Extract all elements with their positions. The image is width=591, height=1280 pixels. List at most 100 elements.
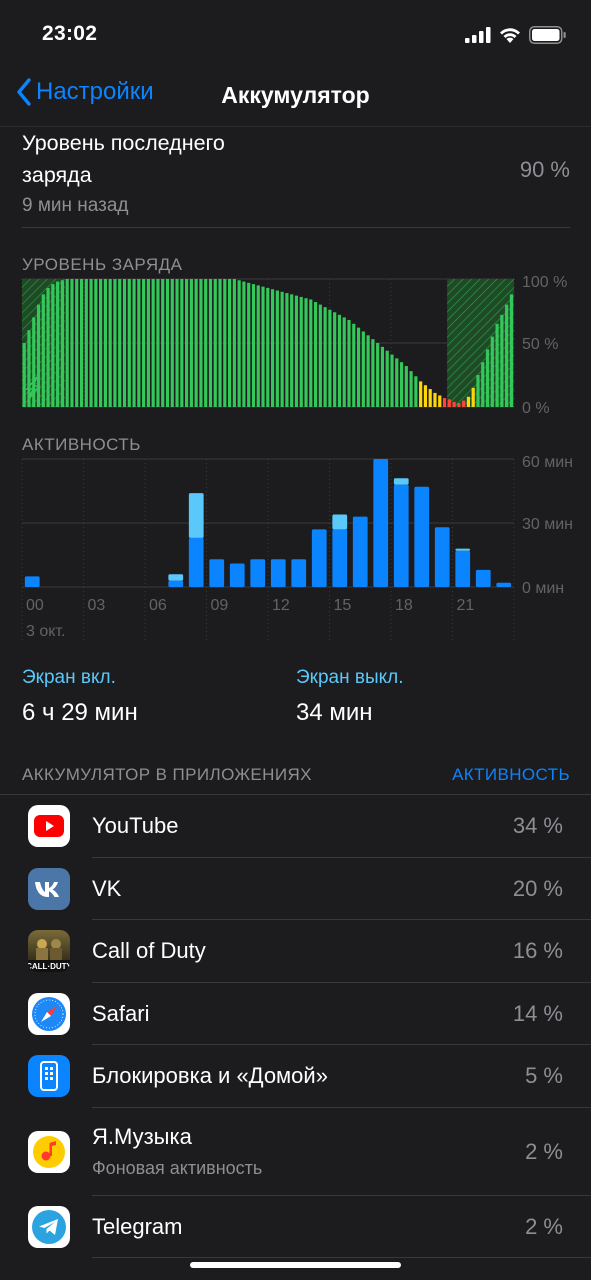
charge-bar	[75, 279, 79, 407]
call-of-duty-icon-text: CALL·DUTY	[28, 962, 70, 971]
app-row-vk[interactable]: VK 20 %	[0, 858, 591, 920]
screen-on-label: Экран вкл.	[22, 667, 116, 688]
activity-bar-screen-on	[229, 563, 245, 587]
row-divider	[92, 1257, 591, 1258]
charge-bar	[333, 312, 337, 407]
activity-bar-screen-off	[393, 478, 409, 485]
app-name: Safari	[92, 1000, 150, 1026]
charge-bar	[132, 279, 136, 407]
navigation-bar: Настройки Аккумулятор	[0, 70, 591, 127]
app-name: Call of Duty	[92, 938, 206, 963]
activity-bar-screen-on	[393, 484, 409, 587]
charge-bar	[500, 314, 504, 407]
activity-bar-screen-on	[250, 559, 266, 587]
activity-bar-screen-on	[24, 576, 40, 587]
activity-x-tick: 12	[272, 597, 290, 614]
charge-bar	[356, 327, 361, 407]
activity-bar-screen-off	[455, 548, 471, 551]
charge-bar	[366, 335, 370, 407]
activity-bar-screen-on	[168, 580, 184, 587]
charge-bar	[56, 281, 60, 407]
activity-bar-screen-on	[209, 559, 225, 587]
charge-bar	[476, 375, 480, 407]
charge-bar	[242, 281, 246, 407]
activity-y-tick: 0 мин	[522, 580, 564, 597]
activity-date-label: 3 окт.	[26, 623, 65, 640]
charge-bar	[137, 279, 141, 407]
charge-bar	[113, 279, 117, 407]
activity-x-tick: 03	[88, 597, 106, 614]
activity-bar-screen-off	[188, 493, 204, 538]
activity-bar-screen-on	[352, 516, 368, 587]
activity-bar-screen-on	[455, 550, 471, 587]
charge-bar	[342, 317, 346, 407]
charge-bar	[509, 294, 513, 407]
app-percent: 20 %	[512, 875, 563, 901]
charge-bar	[94, 279, 98, 407]
app-percent: 34 %	[512, 813, 563, 838]
app-row-youtube[interactable]: YouTube 34 %	[0, 795, 591, 858]
app-row-telegram[interactable]: Telegram 2 %	[0, 1196, 591, 1258]
charge-bar	[294, 295, 299, 407]
activity-bar-screen-on	[475, 569, 491, 587]
activity-x-tick: 00	[26, 597, 44, 614]
page-title: Аккумулятор	[221, 82, 370, 108]
signal-icon	[465, 27, 491, 43]
charge-bar	[275, 290, 279, 407]
app-percent: 16 %	[512, 938, 563, 963]
app-row-yandex-music[interactable]: Я.Музыка Фоновая активность 2 %	[0, 1108, 591, 1196]
charge-bar	[22, 343, 26, 407]
charge-bar	[170, 279, 174, 407]
charge-bar	[46, 287, 50, 407]
charge-bar	[323, 307, 327, 407]
show-activity-button[interactable]: АКТИВНОСТЬ	[452, 765, 570, 785]
battery-icon	[529, 26, 566, 44]
charge-bar	[285, 293, 289, 407]
charge-bar	[118, 279, 122, 407]
charge-bar	[223, 279, 227, 407]
app-name: Блокировка и «Домой»	[92, 1063, 328, 1088]
vk-icon	[28, 867, 70, 910]
charge-bar	[442, 398, 447, 407]
app-name: VK	[92, 875, 122, 901]
charge-bar	[428, 389, 432, 407]
charge-bar	[380, 346, 385, 407]
charge-bar	[60, 280, 64, 407]
charging-region	[447, 279, 514, 407]
charge-bar	[270, 289, 275, 407]
activity-x-tick: 09	[211, 597, 229, 614]
status-bar: 23:02	[0, 0, 591, 70]
charge-bar	[299, 296, 303, 407]
activity-chart[interactable]: 60 мин 30 мин 0 мин 00 03 06 09 12 15 18 21 3 окт.	[0, 455, 591, 645]
charge-bar	[185, 279, 189, 407]
charge-bar	[318, 304, 322, 407]
activity-bar-screen-on	[311, 529, 327, 587]
charge-bar	[457, 403, 461, 407]
charge-bar	[490, 336, 494, 407]
activity-x-tick: 06	[149, 597, 167, 614]
charge-bar	[65, 279, 69, 407]
charge-bar	[395, 358, 399, 407]
app-row-call-of-duty[interactable]: CALL·DUTY Call of Duty 16 %	[0, 920, 591, 983]
charge-bar	[438, 395, 442, 407]
activity-bar-screen-on	[373, 459, 389, 587]
charge-bar	[495, 323, 499, 407]
charge-level-chart[interactable]: 100 % 50 % 0 %	[0, 275, 591, 415]
screen-off-stat: Экран выкл. 34 мин	[296, 667, 404, 727]
app-row-safari[interactable]: Safari 14 %	[0, 983, 591, 1045]
home-indicator[interactable]	[190, 1262, 401, 1268]
charge-bar	[466, 396, 471, 407]
charge-y-tick: 50 %	[522, 336, 558, 353]
last-charge-subtitle: 9 мин назад	[22, 195, 129, 216]
charge-bar	[127, 279, 131, 407]
charge-bar	[423, 385, 428, 407]
activity-bar-screen-on	[414, 486, 430, 587]
app-row-lock-home[interactable]: Блокировка и «Домой» 5 %	[0, 1045, 591, 1108]
screen-on-value: 6 ч 29 мин	[22, 699, 138, 726]
app-percent: 2 %	[525, 1213, 563, 1239]
charge-bar	[199, 279, 203, 407]
last-charge-title: Уровень последнего заряда	[22, 131, 225, 187]
apps-battery-header: АККУМУЛЯТОР В ПРИЛОЖЕНИЯХ АКТИВНОСТЬ	[22, 765, 570, 795]
charge-bar	[419, 381, 423, 407]
charge-bar	[122, 279, 127, 407]
